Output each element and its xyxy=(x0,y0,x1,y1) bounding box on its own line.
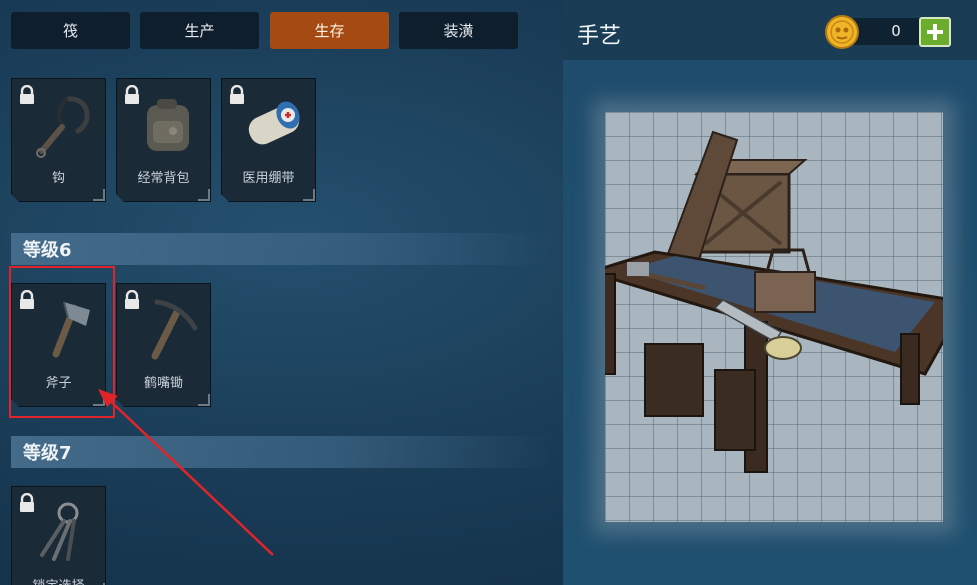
item-card-hook[interactable]: 钩 xyxy=(11,78,106,202)
item-label: 经常背包 xyxy=(137,171,190,186)
coin-icon xyxy=(825,15,859,49)
panel-title: 手艺 xyxy=(577,24,622,49)
item-card-bandage[interactable]: 医用绷带 xyxy=(221,78,316,202)
tab-production[interactable]: 生产 xyxy=(140,12,259,49)
workbench-preview xyxy=(605,112,943,522)
workbench-icon xyxy=(605,130,943,473)
tutorial-arrow-icon xyxy=(98,389,274,556)
item-label: 锁定选择 xyxy=(12,575,105,585)
item-label: 医用绷带 xyxy=(242,171,295,186)
hook-icon xyxy=(28,91,96,161)
coin-count: 0 xyxy=(891,22,901,40)
tab-raft[interactable]: 筏 xyxy=(11,12,130,49)
backpack-icon xyxy=(133,91,201,161)
item-card-backpack[interactable]: 经常背包 xyxy=(116,78,211,202)
level-header: 等级6 xyxy=(11,233,551,265)
lockpick-icon xyxy=(28,499,96,569)
item-label: 钩 xyxy=(51,171,65,186)
bandage-icon xyxy=(238,91,306,161)
tab-decoration[interactable]: 装潢 xyxy=(399,12,518,49)
tab-survival[interactable]: 生存 xyxy=(270,12,389,49)
crafting-panel: 手艺 0 xyxy=(563,0,977,585)
add-coins-button[interactable] xyxy=(919,17,951,47)
plus-icon xyxy=(927,24,943,40)
pickaxe-icon xyxy=(133,296,201,366)
